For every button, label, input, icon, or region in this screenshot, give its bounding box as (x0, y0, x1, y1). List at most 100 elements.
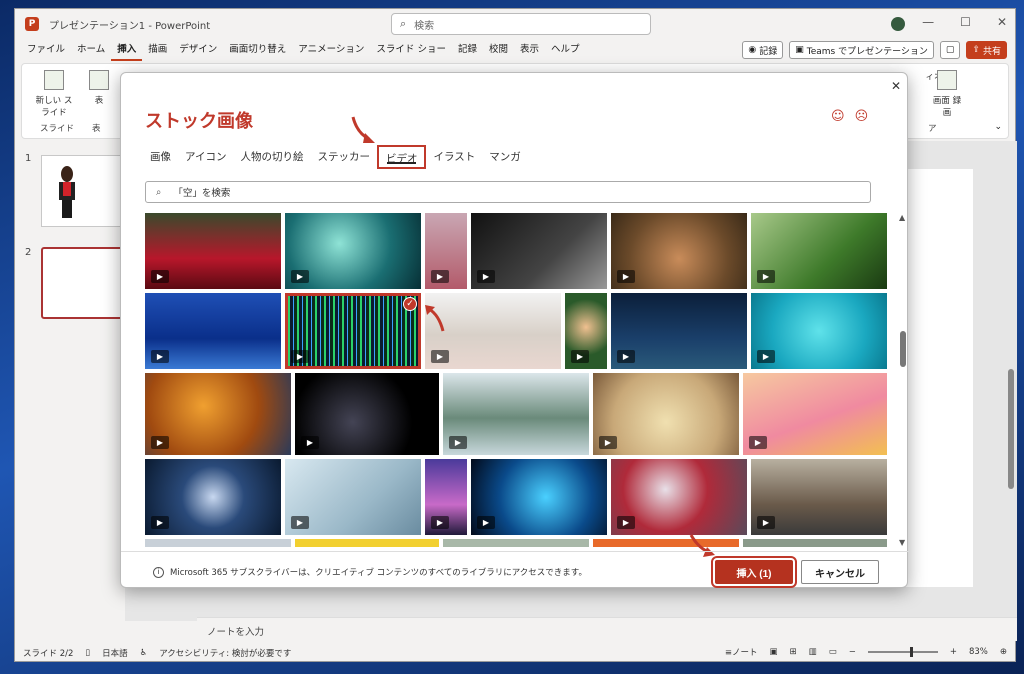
tab-cutout-people[interactable]: 人物の切り絵 (233, 145, 310, 169)
video-tile[interactable]: ▶ (611, 213, 747, 289)
reading-view-icon[interactable]: ▥ (809, 647, 817, 657)
video-tile[interactable]: ▶ (285, 213, 421, 289)
tab-stickers[interactable]: ステッカー (310, 145, 377, 169)
spell-check-icon[interactable]: ▯ (85, 648, 90, 658)
slideshow-icon[interactable]: ▭ (829, 647, 837, 657)
grid-scroll-thumb[interactable] (900, 331, 906, 367)
slide-thumbnails: 1 2 (15, 141, 125, 641)
video-tile[interactable]: ▶ (611, 293, 747, 369)
video-tile[interactable]: ▶ (743, 373, 887, 455)
slide-scroll-thumb[interactable] (1008, 369, 1014, 489)
tab-images[interactable]: 画像 (143, 145, 178, 169)
teams-present-button[interactable]: ▣ Teams でプレゼンテーション (789, 41, 934, 59)
ribbon-collapse-icon[interactable]: ⌄ (994, 122, 1002, 132)
tab-illustrations[interactable]: イラスト (426, 145, 482, 169)
check-icon: ✓ (403, 297, 417, 311)
zoom-level[interactable]: 83% (969, 647, 988, 657)
menu-design[interactable]: デザイン (173, 39, 223, 61)
menu-animations[interactable]: アニメーション (292, 39, 370, 61)
fit-slide-icon[interactable]: ⊕ (1000, 647, 1007, 657)
notes-pane[interactable]: ノートを入力 (197, 617, 1017, 641)
video-tile[interactable]: ▶ (751, 293, 887, 369)
video-tile[interactable] (743, 539, 887, 547)
video-tile[interactable]: ▶ (611, 459, 747, 535)
frown-feedback-icon[interactable]: ☹ (855, 109, 869, 124)
insert-button[interactable]: 挿入 (1) (711, 556, 797, 588)
video-tile[interactable]: ▶ (295, 373, 439, 455)
avatar[interactable] (891, 17, 905, 31)
video-tile-selected[interactable]: ▶ ✓ (285, 293, 421, 369)
search-icon: ⌕ (156, 186, 162, 198)
menu-draw[interactable]: 描画 (142, 39, 173, 61)
menu-transitions[interactable]: 画面切り替え (223, 39, 292, 61)
tab-icons[interactable]: アイコン (178, 145, 233, 169)
scroll-up-icon[interactable]: ▲ (899, 213, 905, 222)
video-icon: ▶ (301, 436, 319, 449)
video-icon: ▶ (151, 516, 169, 529)
video-tile[interactable]: ▶ (443, 373, 589, 455)
minimize-icon[interactable]: — (922, 15, 934, 29)
smile-feedback-icon[interactable]: ☺ (831, 109, 845, 124)
zoom-slider-thumb[interactable] (909, 647, 913, 657)
person-image (59, 166, 75, 218)
zoom-in-icon[interactable]: + (950, 647, 957, 657)
video-tile[interactable]: ▶ (145, 459, 281, 535)
video-tile[interactable] (443, 539, 589, 547)
maximize-icon[interactable]: ☐ (960, 15, 971, 29)
comments-button[interactable]: ▢ (939, 41, 961, 59)
language-status[interactable]: 日本語 (102, 647, 128, 659)
menu-record[interactable]: 記録 (452, 39, 483, 61)
scroll-down-icon[interactable]: ▼ (899, 538, 905, 547)
tab-videos[interactable]: ビデオ (376, 145, 427, 169)
video-tile[interactable]: ▶ (751, 213, 887, 289)
record-button[interactable]: ◉ 記録 (742, 41, 784, 59)
accessibility-status[interactable]: アクセシビリティ: 検討が必要です (159, 647, 291, 659)
share-icon: ⇪ (972, 45, 980, 55)
menu-home[interactable]: ホーム (71, 39, 111, 61)
notes-placeholder: ノートを入力 (207, 627, 265, 638)
tab-cartoons[interactable]: マンガ (482, 145, 528, 169)
video-tile[interactable]: ▶ (285, 459, 421, 535)
title-search-input[interactable]: ⌕ 検索 (391, 13, 651, 35)
video-tile[interactable]: ▶ (751, 459, 887, 535)
slide-scrollbar[interactable] (1007, 169, 1015, 609)
notes-toggle[interactable]: ≡ノート (725, 646, 758, 658)
video-tile[interactable]: ▶ (471, 213, 607, 289)
zoom-slider[interactable] (867, 647, 938, 657)
screen-record-button[interactable]: 画面 録画 (932, 70, 962, 118)
normal-view-icon[interactable]: ▣ (770, 647, 778, 657)
menu-view[interactable]: 表示 (514, 39, 545, 61)
video-tile[interactable]: ▶ (471, 459, 607, 535)
cancel-button[interactable]: キャンセル (801, 560, 879, 584)
zoom-out-icon[interactable]: − (849, 647, 856, 657)
video-tile[interactable]: ▶ (145, 293, 281, 369)
menu-review[interactable]: 校閲 (483, 39, 514, 61)
video-tile[interactable] (593, 539, 739, 547)
slide-1-thumbnail[interactable] (41, 155, 125, 227)
video-tile[interactable]: ▶ (565, 293, 607, 369)
video-icon: ▶ (757, 350, 775, 363)
menu-slideshow[interactable]: スライド ショー (370, 39, 452, 61)
grid-scrollbar[interactable]: ▲ ▼ (899, 213, 907, 547)
menu-insert[interactable]: 挿入 (111, 39, 143, 61)
video-tile[interactable] (145, 539, 291, 547)
video-tile[interactable]: ▶ (145, 213, 281, 289)
slide-sorter-icon[interactable]: ⊞ (790, 647, 797, 657)
video-tile[interactable]: ▶ (145, 373, 291, 455)
status-bar: スライド 2/2 ▯ 日本語 ♿ アクセシビリティ: 検討が必要です ≡ノート … (15, 643, 1017, 663)
stock-search-input[interactable]: ⌕ 「空」を検索 (145, 181, 871, 203)
close-icon[interactable]: ✕ (997, 15, 1007, 29)
share-button[interactable]: ⇪ 共有 (966, 41, 1007, 59)
subscriber-info: i Microsoft 365 サブスクライバーは、クリエイティブ コンテンツの… (153, 566, 587, 578)
new-slide-button[interactable]: 新しい スライド (34, 70, 74, 118)
video-tile[interactable]: ▶ (593, 373, 739, 455)
menu-file[interactable]: ファイル (21, 39, 71, 61)
menu-help[interactable]: ヘルプ (545, 39, 586, 61)
screen-record-icon (937, 70, 957, 90)
video-tile[interactable] (295, 539, 439, 547)
slide-2-thumbnail[interactable] (41, 247, 125, 319)
table-button[interactable]: 表 (84, 70, 114, 106)
close-icon[interactable]: ✕ (891, 79, 901, 93)
video-tile[interactable]: ▶ (425, 459, 467, 535)
video-tile[interactable]: ▶ (425, 213, 467, 289)
